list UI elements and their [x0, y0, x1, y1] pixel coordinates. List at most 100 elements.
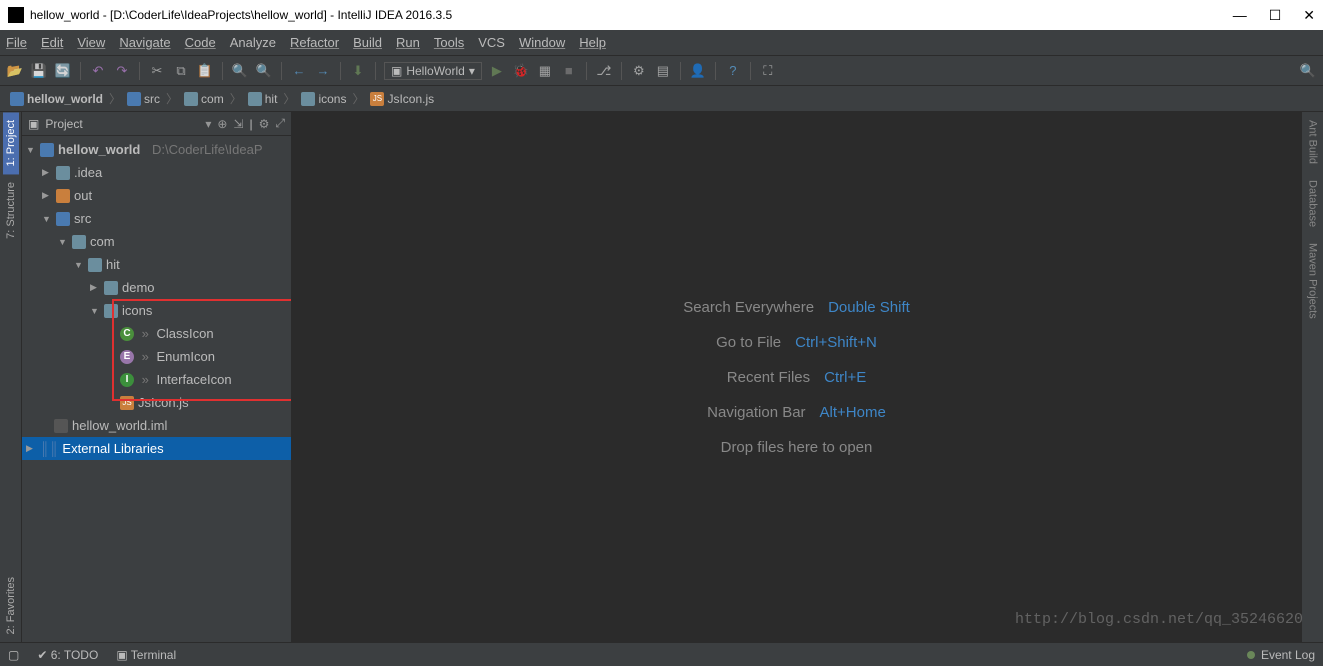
- interface-icon: I: [120, 373, 134, 387]
- breadcrumb-hit[interactable]: hit: [244, 90, 282, 108]
- menu-file[interactable]: File: [6, 35, 27, 50]
- folder-icon: [56, 166, 70, 180]
- tree-out[interactable]: ▶out: [22, 184, 291, 207]
- close-button[interactable]: ✕: [1303, 7, 1315, 24]
- run-config-selector[interactable]: ▣ HelloWorld ▾: [384, 62, 482, 80]
- project-panel: ▣ Project ▾ ⊕ ⇲ | ⚙ ⤢ ▼ hellow_world D:\…: [22, 112, 292, 642]
- back-icon[interactable]: ←: [290, 62, 308, 80]
- status-terminal[interactable]: ▣ Terminal: [116, 648, 176, 662]
- breadcrumb-file[interactable]: JSJsIcon.js: [366, 90, 438, 108]
- redo-icon[interactable]: ↷: [113, 62, 131, 80]
- menu-view[interactable]: View: [77, 35, 105, 50]
- menu-refactor[interactable]: Refactor: [290, 35, 339, 50]
- gear-icon[interactable]: ⚙: [259, 117, 270, 131]
- breadcrumb-project[interactable]: hellow_world: [6, 90, 107, 108]
- chevron-down-icon[interactable]: ▾: [205, 117, 211, 131]
- vcs-icon[interactable]: ⎇: [595, 62, 613, 80]
- enum-icon: E: [120, 350, 134, 364]
- menu-run[interactable]: Run: [396, 35, 420, 50]
- status-event-log[interactable]: Event Log: [1261, 648, 1315, 662]
- menu-code[interactable]: Code: [185, 35, 216, 50]
- stop-icon[interactable]: ■: [560, 62, 578, 80]
- settings-icon[interactable]: ⚙: [630, 62, 648, 80]
- status-todo[interactable]: ✔ 6: TODO: [37, 648, 98, 662]
- folder-icon: [56, 189, 70, 203]
- toolbar: 📂 💾 🔄 ↶ ↷ ✂ ⧉ 📋 🔍 🔍 ← → ⬇ ▣ HelloWorld ▾…: [0, 56, 1323, 86]
- debug-icon[interactable]: 🐞: [512, 62, 530, 80]
- app-icon: [8, 7, 24, 23]
- menu-bar: File Edit View Navigate Code Analyze Ref…: [0, 30, 1323, 56]
- tool-tab-ant[interactable]: Ant Build: [1305, 112, 1321, 172]
- class-icon: C: [120, 327, 134, 341]
- maximize-button[interactable]: ☐: [1269, 7, 1282, 24]
- tree-enumicon[interactable]: E » EnumIcon: [22, 345, 291, 368]
- menu-analyze[interactable]: Analyze: [230, 35, 276, 50]
- project-structure-icon[interactable]: ▤: [654, 62, 672, 80]
- tree-icons[interactable]: ▼icons: [22, 299, 291, 322]
- tree-iml[interactable]: hellow_world.iml: [22, 414, 291, 437]
- tree-hit[interactable]: ▼hit: [22, 253, 291, 276]
- tree-src[interactable]: ▼src: [22, 207, 291, 230]
- tool-tab-structure[interactable]: 7: Structure: [3, 174, 19, 247]
- status-window-icon[interactable]: ▢: [8, 648, 19, 662]
- paste-icon[interactable]: 📋: [196, 62, 214, 80]
- menu-window[interactable]: Window: [519, 35, 565, 50]
- hint-recent-files: Recent FilesCtrl+E: [727, 369, 866, 386]
- help-icon[interactable]: ?: [724, 62, 742, 80]
- scroll-from-source-icon[interactable]: ⊕: [217, 117, 227, 131]
- tree-interfaceicon[interactable]: I » InterfaceIcon: [22, 368, 291, 391]
- project-icon: [10, 92, 24, 106]
- sdk-icon[interactable]: 👤: [689, 62, 707, 80]
- iml-icon: [54, 419, 68, 433]
- module-icon: ▣: [391, 64, 402, 78]
- cut-icon[interactable]: ✂: [148, 62, 166, 80]
- left-tool-gutter: 1: Project 7: Structure 2: Favorites: [0, 112, 22, 642]
- package-icon: [104, 281, 118, 295]
- package-icon: [88, 258, 102, 272]
- project-icon: [40, 143, 54, 157]
- open-icon[interactable]: 📂: [6, 62, 24, 80]
- build-icon[interactable]: ⬇: [349, 62, 367, 80]
- search-icon[interactable]: 🔍: [1299, 62, 1317, 80]
- sync-icon[interactable]: 🔄: [54, 62, 72, 80]
- collapse-icon[interactable]: ⇲: [233, 117, 243, 131]
- tree-idea[interactable]: ▶.idea: [22, 161, 291, 184]
- tree-com[interactable]: ▼com: [22, 230, 291, 253]
- tool-tab-favorites[interactable]: 2: Favorites: [3, 569, 19, 642]
- project-tree[interactable]: ▼ hellow_world D:\CoderLife\IdeaP ▶.idea…: [22, 136, 291, 642]
- chevron-down-icon: ▾: [469, 64, 475, 78]
- menu-vcs[interactable]: VCS: [478, 35, 505, 50]
- tool-tab-maven[interactable]: Maven Projects: [1305, 235, 1321, 327]
- tree-external-libraries[interactable]: ▶║║External Libraries: [22, 437, 291, 460]
- run-icon[interactable]: ▶: [488, 62, 506, 80]
- hint-search-everywhere: Search EverywhereDouble Shift: [683, 299, 910, 316]
- save-icon[interactable]: 💾: [30, 62, 48, 80]
- tool-tab-project[interactable]: 1: Project: [3, 112, 19, 174]
- hint-goto-file: Go to FileCtrl+Shift+N: [716, 334, 877, 351]
- menu-edit[interactable]: Edit: [41, 35, 63, 50]
- breadcrumb-com[interactable]: com: [180, 90, 228, 108]
- tree-demo[interactable]: ▶demo: [22, 276, 291, 299]
- breadcrumb-src[interactable]: src: [123, 90, 164, 108]
- menu-build[interactable]: Build: [353, 35, 382, 50]
- forward-icon[interactable]: →: [314, 62, 332, 80]
- tool-tab-database[interactable]: Database: [1305, 172, 1321, 235]
- misc-icon[interactable]: ⛶: [759, 62, 777, 80]
- coverage-icon[interactable]: ▦: [536, 62, 554, 80]
- hide-icon[interactable]: ⤢: [275, 116, 285, 131]
- undo-icon[interactable]: ↶: [89, 62, 107, 80]
- menu-navigate[interactable]: Navigate: [119, 35, 170, 50]
- menu-help[interactable]: Help: [579, 35, 606, 50]
- libraries-icon: ║║: [40, 441, 58, 456]
- minimize-button[interactable]: —: [1233, 7, 1247, 24]
- find-icon[interactable]: 🔍: [231, 62, 249, 80]
- tree-jsicon[interactable]: JSJsIcon.js: [22, 391, 291, 414]
- tree-root[interactable]: ▼ hellow_world D:\CoderLife\IdeaP: [22, 138, 291, 161]
- editor-empty-state[interactable]: Search EverywhereDouble Shift Go to File…: [292, 112, 1301, 642]
- replace-icon[interactable]: 🔍: [255, 62, 273, 80]
- js-icon: JS: [370, 92, 384, 106]
- breadcrumb-icons[interactable]: icons: [297, 90, 350, 108]
- menu-tools[interactable]: Tools: [434, 35, 464, 50]
- copy-icon[interactable]: ⧉: [172, 62, 190, 80]
- tree-classicon[interactable]: C » ClassIcon: [22, 322, 291, 345]
